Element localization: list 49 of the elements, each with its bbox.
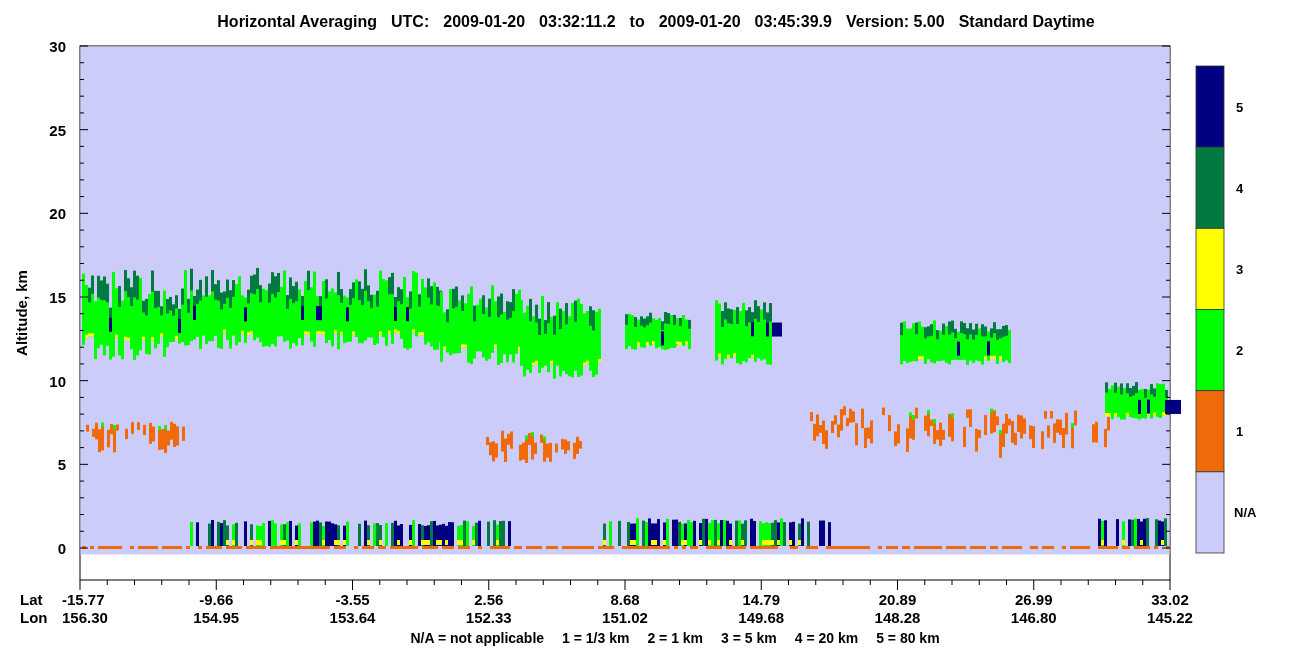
legend-text: 4 = 20 km: [794, 630, 859, 648]
chart-title: Horizontal Averaging: [217, 13, 377, 31]
chart-title: 03:32:11.2: [539, 13, 616, 31]
chart-title: UTC:: [391, 13, 430, 31]
longitude-label: 148.28: [874, 609, 921, 626]
chart-title: to: [629, 13, 645, 31]
lon-row-label: Lon: [20, 609, 48, 626]
colorbar-label: N/A: [1234, 505, 1257, 521]
legend-text: 5 = 80 km: [876, 630, 940, 648]
longitude-label: 145.22: [1147, 609, 1193, 626]
longitude-label: 151.02: [602, 609, 648, 626]
legend-text: 1 = 1/3 km: [562, 630, 630, 648]
longitude-label: 152.33: [465, 609, 512, 626]
chart-title: 2009-01-20: [658, 13, 741, 31]
y-tick-label: 25: [49, 121, 66, 139]
y-tick-label: 30: [49, 38, 66, 55]
colorbar-label: 2: [1236, 343, 1244, 359]
longitude-label: 146.80: [1010, 609, 1057, 626]
colorbar-label: 4: [1236, 180, 1244, 196]
latitude-label: 2.56: [474, 591, 504, 608]
colorbar-label: 1: [1236, 424, 1244, 440]
latitude-label: 14.79: [742, 591, 780, 608]
legend-text: N/A = not applicable: [410, 630, 545, 648]
legend-text: 3 = 5 km: [721, 630, 777, 648]
chart-title: 03:45:39.9: [754, 13, 832, 31]
colorbar-label: 3: [1236, 261, 1244, 277]
y-tick-label: 0: [57, 540, 66, 557]
chart-title: Standard Daytime: [958, 13, 1095, 31]
latitude-label: -15.77: [62, 591, 105, 608]
colorbar-label: 5: [1236, 99, 1244, 115]
lat-row-label: Lat: [20, 591, 43, 608]
y-tick-label: 5: [57, 456, 66, 474]
y-tick-label: 20: [49, 205, 66, 223]
latitude-label: -3.55: [335, 591, 370, 608]
longitude-label: 154.95: [193, 609, 240, 626]
longitude-label: 149.68: [738, 609, 785, 626]
longitude-label: 153.64: [329, 609, 376, 626]
latitude-label: 33.02: [1151, 591, 1189, 608]
latitude-label: 20.89: [878, 591, 917, 608]
latitude-label: -9.66: [199, 591, 234, 608]
chart-title: Version: 5.00: [845, 13, 945, 31]
y-tick-label: 15: [49, 289, 66, 306]
latitude-label: 8.68: [610, 591, 640, 608]
chart-title: 2009-01-20: [443, 13, 526, 31]
y-axis-label: Altitude, km: [13, 270, 30, 356]
legend-text: 2 = 1 km: [647, 630, 704, 648]
latitude-label: 26.99: [1015, 591, 1053, 608]
y-tick-label: 10: [49, 372, 66, 390]
longitude-label: 156.30: [62, 609, 108, 626]
